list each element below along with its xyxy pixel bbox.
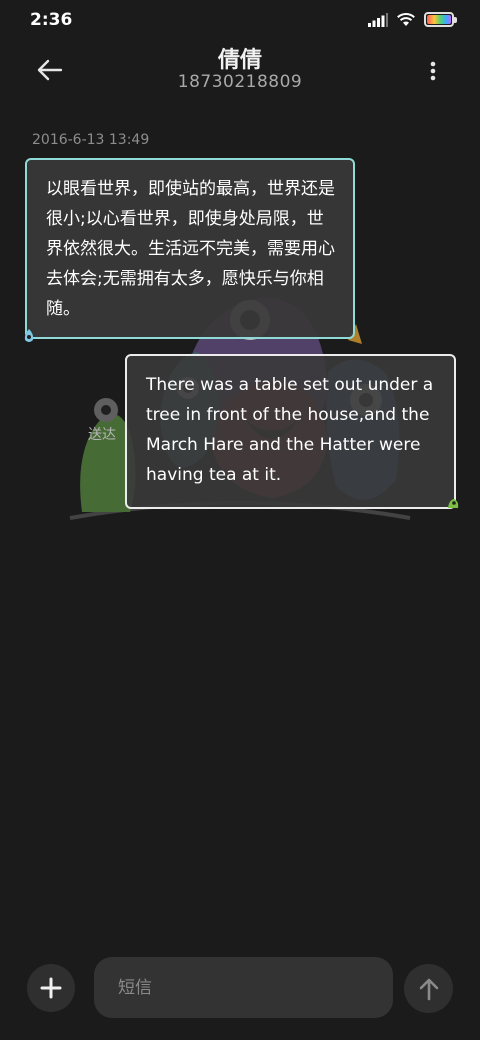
plus-icon	[40, 977, 62, 999]
compose-bar	[0, 956, 480, 1020]
status-bar: 2:36	[0, 0, 480, 42]
delivery-status: 送达	[88, 427, 116, 443]
conversation-header: 倩倩 18730218809	[0, 42, 480, 102]
message-timestamp: 2016-6-13 13:49	[32, 132, 150, 148]
status-icons	[368, 12, 457, 27]
contact-name: 倩倩	[217, 48, 262, 73]
bubble-corner-sticker-icon	[448, 499, 459, 508]
sent-message-bubble[interactable]: There was a table set out under a tree i…	[125, 354, 456, 509]
message-input[interactable]	[94, 957, 393, 1018]
signal-icon	[368, 12, 388, 27]
more-vertical-icon	[430, 61, 436, 81]
arrow-up-icon	[419, 978, 438, 1000]
add-attachment-button[interactable]	[27, 964, 75, 1012]
message-screen: 2:36 倩倩 18730218809 2016-6-13 13:49 以眼看世…	[0, 0, 480, 1040]
received-message-bubble[interactable]: 以眼看世界，即使站的最高，世界还是很小;以心看世界，即使身处局限，世界依然很大。…	[25, 158, 355, 339]
more-options-button[interactable]	[418, 56, 448, 86]
battery-level	[427, 15, 451, 24]
battery-icon	[424, 12, 457, 27]
send-button[interactable]	[404, 964, 453, 1013]
contact-number: 18730218809	[177, 72, 303, 92]
wifi-icon	[397, 13, 415, 26]
bubble-corner-sticker-icon	[24, 329, 34, 342]
status-time: 2:36	[30, 10, 73, 30]
